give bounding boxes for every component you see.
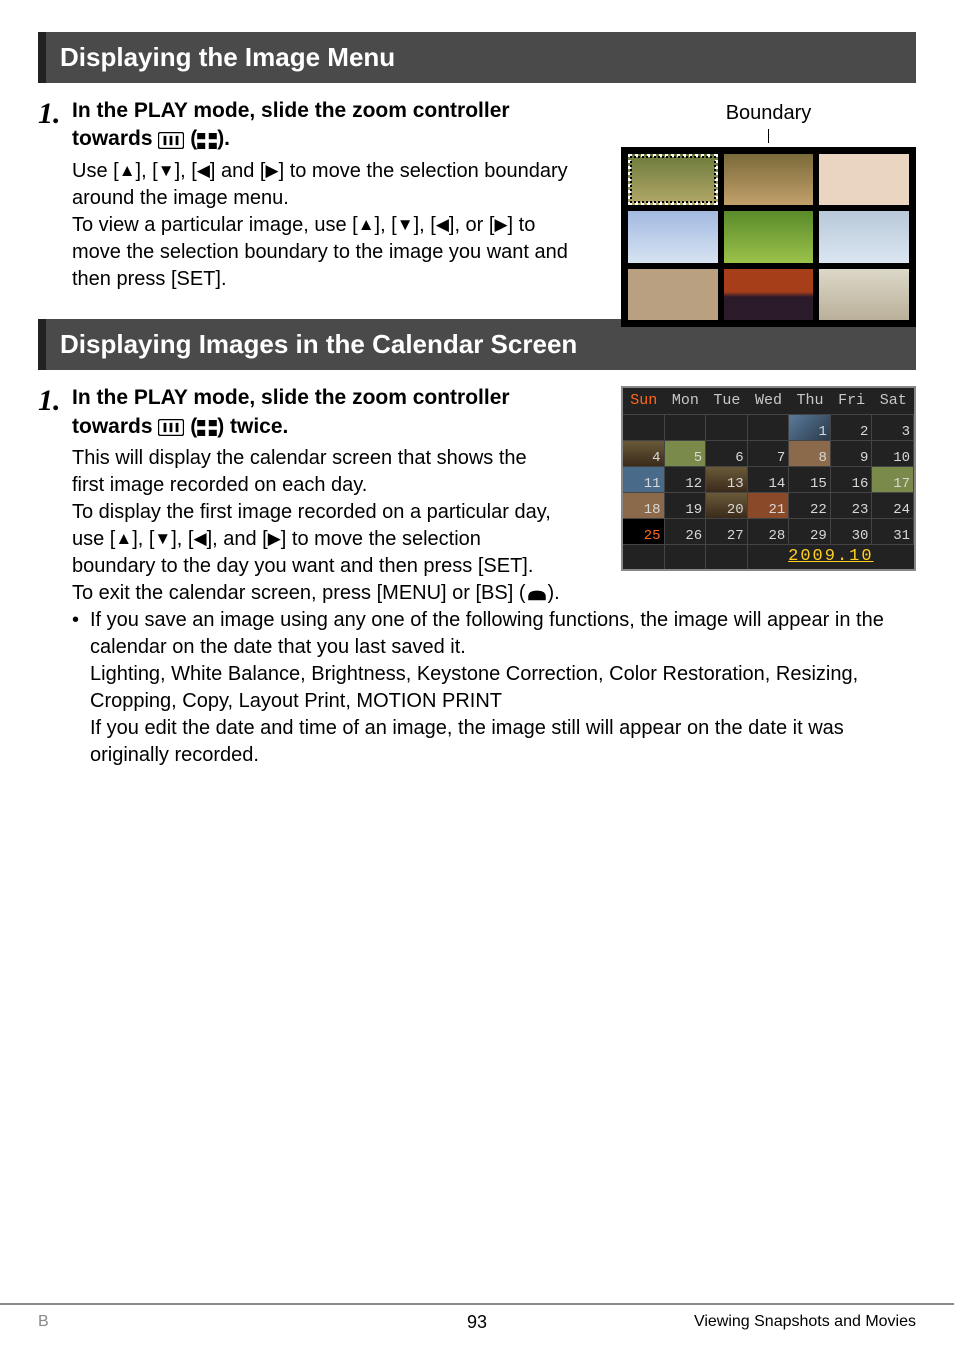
right-arrow-icon: ▶ xyxy=(266,161,279,180)
image-menu-figure: Boundary xyxy=(621,100,916,327)
calendar-footer-date: 2009.10 xyxy=(748,545,914,569)
down-arrow-icon: ▼ xyxy=(158,161,175,180)
footer-page-number: 93 xyxy=(467,1310,487,1334)
footer-section-title: Viewing Snapshots and Movies xyxy=(694,1311,916,1333)
section-heading-image-menu: Displaying the Image Menu xyxy=(38,32,916,83)
bullet-dot: • xyxy=(72,607,90,769)
step-number-1b: 1. xyxy=(38,384,72,416)
step-body-1a-line1: Use [▲], [▼], [◀] and [▶] to move the se… xyxy=(72,158,582,212)
calendar-body: 1 2 3 4 5 6 7 8 9 10 11 12 13 14 15 16 1… xyxy=(623,414,914,544)
left-arrow-icon: ◀ xyxy=(197,161,210,180)
bs-icon xyxy=(526,580,548,607)
calendar-header-row: Sun Mon Tue Wed Thu Fri Sat xyxy=(623,388,914,414)
thumbnail-grid-icon xyxy=(197,126,217,154)
boundary-label: Boundary xyxy=(621,100,916,127)
step-body-1b-line2: To display the first image recorded on a… xyxy=(72,499,562,580)
step-body-1a-line2: To view a particular image, use [▲], [▼]… xyxy=(72,212,582,293)
calendar-figure: Sun Mon Tue Wed Thu Fri Sat 1 2 3 4 5 6 … xyxy=(621,386,916,571)
image-menu-grid xyxy=(621,147,916,327)
step-body-1b-line3: To exit the calendar screen, press [MENU… xyxy=(72,580,916,607)
zoom-wide-icon xyxy=(158,413,184,441)
bullet-text-3: If you edit the date and time of an imag… xyxy=(90,715,916,769)
step-body-1b-line1: This will display the calendar screen th… xyxy=(72,445,562,499)
thumbnail-grid-icon xyxy=(197,413,217,441)
step-number-1a: 1. xyxy=(38,97,72,129)
page-footer: B 93 Viewing Snapshots and Movies xyxy=(0,1303,954,1333)
footer-left: B xyxy=(38,1311,49,1333)
bullet-text-2: Lighting, White Balance, Brightness, Key… xyxy=(90,661,916,715)
zoom-wide-icon xyxy=(158,126,184,154)
step-title-1a: In the PLAY mode, slide the zoom control… xyxy=(72,97,582,154)
bullet-text-1: If you save an image using any one of th… xyxy=(90,607,916,661)
step-title-1b: In the PLAY mode, slide the zoom control… xyxy=(72,384,562,441)
up-arrow-icon: ▲ xyxy=(119,161,136,180)
